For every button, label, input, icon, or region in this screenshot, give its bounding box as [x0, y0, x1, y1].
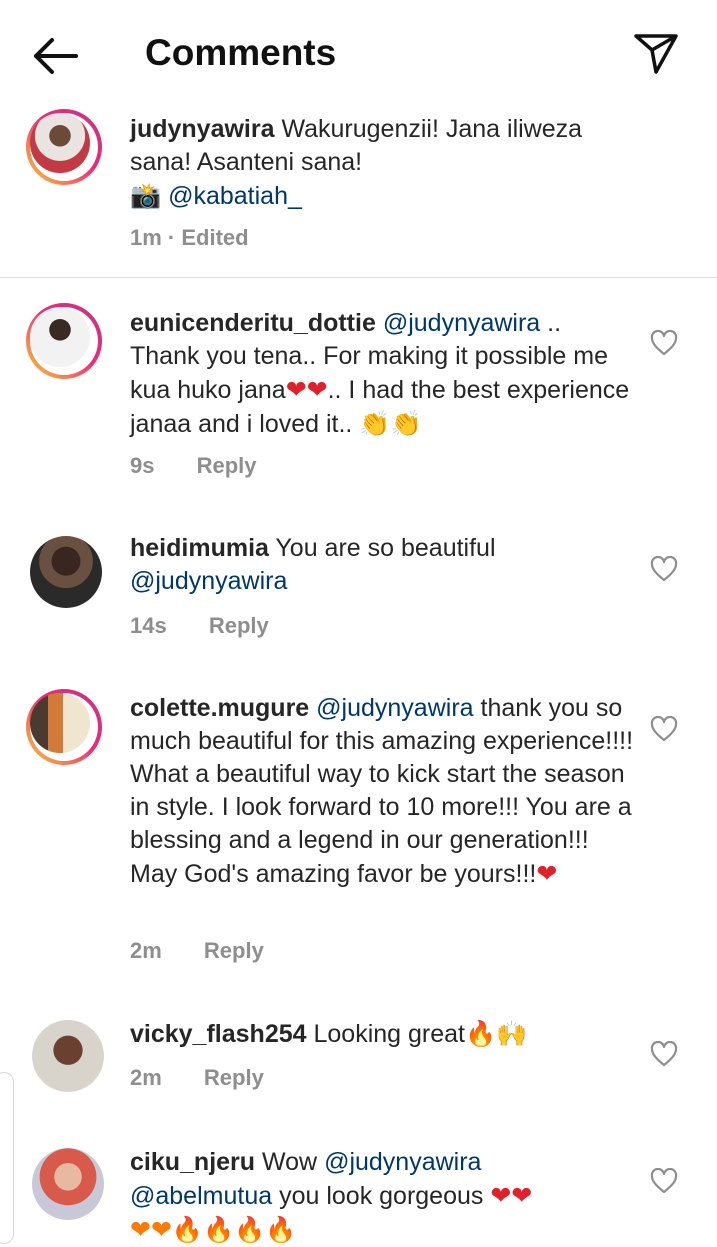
- caption-meta: 1m · Edited: [130, 225, 249, 251]
- comment-text: eunicenderitu_dottie @judynyawira .. Tha…: [130, 307, 630, 441]
- reply-button[interactable]: Reply: [197, 453, 257, 478]
- avatar-image: [30, 307, 90, 367]
- divider: [0, 277, 717, 278]
- avatar-ciku_njeru[interactable]: [32, 1148, 108, 1224]
- fire-emoji: 🔥🙌: [464, 1019, 528, 1048]
- like-heart-icon[interactable]: [650, 329, 678, 356]
- avatar-image: [30, 536, 102, 608]
- reply-button[interactable]: Reply: [204, 1065, 264, 1090]
- comment-body: You are so beautiful: [268, 534, 496, 562]
- hearts-emoji: ❤❤: [490, 1181, 533, 1210]
- comment-body: Wow: [255, 1148, 325, 1176]
- avatar-eunicenderitu_dottie[interactable]: [26, 303, 102, 379]
- reply-button[interactable]: Reply: [204, 938, 264, 963]
- caption-edited: · Edited: [167, 225, 249, 250]
- comment-meta: 9s Reply: [130, 453, 257, 479]
- like-heart-icon[interactable]: [650, 715, 678, 742]
- header-bar: Comments: [0, 0, 717, 105]
- comment-time: 9s: [130, 453, 155, 478]
- caption-username[interactable]: judynyawira: [130, 115, 275, 143]
- comment-meta: 14s Reply: [130, 613, 269, 639]
- heart-emoji: ❤: [536, 859, 558, 888]
- comment-meta: 2m Reply: [130, 1065, 264, 1091]
- edge-panel-handle[interactable]: [0, 1072, 14, 1244]
- comment-time: 2m: [130, 1065, 162, 1090]
- caption-text: judynyawira Wakurugenzii! Jana iliweza s…: [130, 113, 630, 213]
- comment-time: 14s: [130, 613, 167, 638]
- camera-icon: 📸: [130, 181, 162, 210]
- avatar-colette.mugure[interactable]: [26, 689, 102, 765]
- avatar-image: [32, 1020, 104, 1092]
- comment-body: thank you so much beautiful for this ama…: [130, 694, 634, 888]
- hearts-emoji: ❤❤: [285, 375, 328, 404]
- avatar-vicky_flash254[interactable]: [32, 1020, 108, 1096]
- caption-time: 1m: [130, 225, 162, 250]
- avatar-image: [32, 1148, 104, 1220]
- comment-text: colette.mugure @judynyawira thank you so…: [130, 692, 635, 891]
- back-arrow-icon[interactable]: [30, 30, 82, 82]
- comment-mention[interactable]: @judynyawira: [316, 694, 473, 722]
- like-heart-icon[interactable]: [650, 555, 678, 582]
- comment-username[interactable]: heidimumia: [130, 534, 269, 562]
- comment-username[interactable]: vicky_flash254: [130, 1020, 307, 1048]
- comment-mention[interactable]: @judynyawira: [130, 567, 287, 595]
- clap-emoji: 👏👏: [359, 409, 422, 438]
- comment-text: vicky_flash254 Looking great🔥🙌: [130, 1017, 630, 1051]
- comment-mention[interactable]: @abelmutua: [130, 1182, 272, 1210]
- comment-time: 2m: [130, 938, 162, 963]
- comment-mention[interactable]: @judynyawira: [324, 1148, 481, 1176]
- comment-username[interactable]: ciku_njeru: [130, 1148, 255, 1176]
- like-heart-icon[interactable]: [650, 1040, 678, 1067]
- comment-username[interactable]: colette.mugure: [130, 694, 309, 722]
- direct-send-icon[interactable]: [630, 26, 682, 78]
- avatar-image: [30, 693, 90, 753]
- comment-body: you look gorgeous: [272, 1182, 491, 1210]
- avatar-image: [30, 113, 90, 173]
- comment-meta: 2m Reply: [130, 938, 264, 964]
- comment-text: heidimumia You are so beautiful @judynya…: [130, 532, 630, 598]
- comment-body: Looking great: [306, 1020, 465, 1048]
- comment-mention[interactable]: @judynyawira: [383, 309, 540, 337]
- caption-mention[interactable]: @kabatiah_: [168, 182, 302, 210]
- like-heart-icon[interactable]: [650, 1167, 678, 1194]
- comment-text: ciku_njeru Wow @judynyawira @abelmutua y…: [130, 1146, 630, 1247]
- reply-button[interactable]: Reply: [209, 613, 269, 638]
- avatar-judynyawira[interactable]: [26, 109, 102, 185]
- page-title: Comments: [145, 32, 337, 73]
- comment-username[interactable]: eunicenderitu_dottie: [130, 309, 376, 337]
- avatar-heidimumia[interactable]: [30, 536, 106, 612]
